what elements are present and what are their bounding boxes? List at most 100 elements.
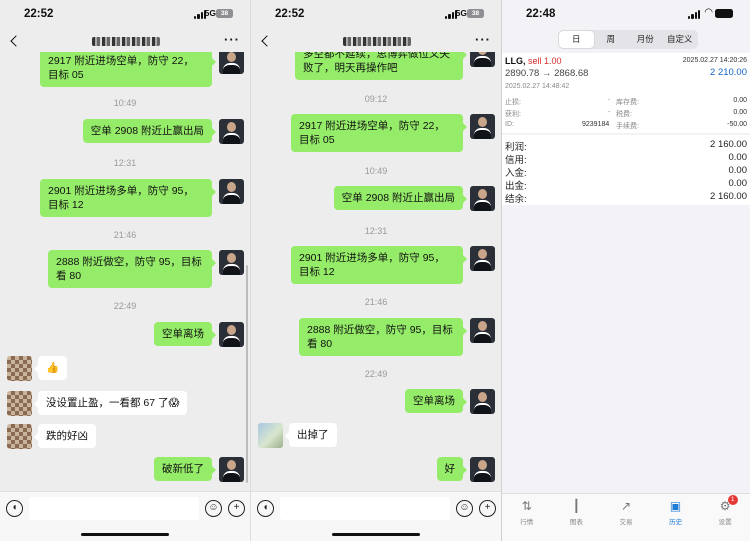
emoji-icon[interactable]: ☺ — [205, 500, 222, 517]
summary-value: 2 160.00 — [710, 139, 747, 150]
plus-icon[interactable]: + — [479, 500, 496, 517]
close-time: 2025.02.27 14:20:26 — [682, 57, 747, 64]
period-tabs: 日 周 月份 自定义 — [558, 30, 698, 49]
avatar[interactable] — [7, 391, 32, 416]
emoji-icon[interactable]: ☺ — [456, 500, 473, 517]
message-bubble[interactable]: 好 — [436, 457, 467, 481]
message-bubble[interactable]: 空单离场 — [405, 389, 467, 413]
open-time: 2025.02.27 14:48:42 — [505, 83, 570, 90]
avatar[interactable] — [219, 179, 244, 204]
nav-label: 历史 — [669, 519, 683, 526]
message-bubble[interactable]: 2917 附近进场空单，防守 22，目标 05 — [291, 114, 467, 152]
avatar[interactable] — [219, 457, 244, 482]
message-bubble[interactable]: 2901 附近进场多单，防守 95，目标 12 — [291, 246, 467, 284]
message-bubble[interactable]: 跌的好凶 — [34, 424, 96, 448]
plus-icon[interactable]: + — [228, 500, 245, 517]
trade-entry[interactable]: LLG, sell 1.00 2890.78 → 2868.68 2025.02… — [502, 53, 750, 133]
nav-trade[interactable]: ↗ 交易 — [601, 494, 651, 541]
avatar[interactable] — [470, 246, 495, 271]
avatar[interactable] — [219, 250, 244, 275]
trade-history-screen: 22:48 ◠ 日 周 月份 自定义 LLG, sell 1.00 2890.7… — [501, 0, 750, 541]
blurred-chat-title — [92, 37, 160, 46]
avatar[interactable] — [470, 114, 495, 139]
price-move: 2890.78 → 2868.68 — [505, 68, 589, 79]
avatar[interactable] — [470, 318, 495, 343]
notification-badge: 1 — [727, 495, 738, 505]
chat-screen-middle: 22:52 5G 38 ··· 多空都不延续，思博弈做位义失败了，明天再操作吧 … — [250, 0, 501, 541]
message-bubble[interactable]: 2888 附近做空，防守 95，目标看 80 — [299, 318, 467, 356]
message-bubble[interactable]: 2901 附近进场多单，防守 95，目标 12 — [40, 179, 216, 217]
avatar[interactable] — [470, 186, 495, 211]
message-bubble[interactable]: 多空都不延续，思博弈做位义失败了，明天再操作吧 — [295, 52, 467, 80]
tab-day[interactable]: 日 — [559, 31, 594, 48]
avatar[interactable] — [219, 119, 244, 144]
summary-block: 利润: 2 160.00 信用: 0.00 入金: 0.00 出金: 0.00 结余: 2… — [502, 135, 750, 205]
summary-label: 出金: — [505, 181, 527, 192]
trade-profit: 2 210.00 — [710, 67, 747, 78]
timestamp: 21:46 — [364, 297, 388, 307]
message-bubble[interactable]: 空单 2908 附近止赢出局 — [82, 119, 217, 143]
avatar[interactable] — [470, 457, 495, 482]
message-input[interactable] — [29, 497, 199, 520]
tax-value: 0.00 — [733, 109, 747, 116]
tab-week[interactable]: 周 — [594, 31, 629, 48]
timestamp: 10:49 — [364, 166, 388, 176]
commission-value: -50.00 — [727, 121, 747, 128]
summary-label: 信用: — [505, 155, 527, 166]
chart-icon: ┃ — [572, 499, 580, 513]
nav-quotes[interactable]: ⇅ 行情 — [502, 494, 552, 541]
home-indicator — [332, 533, 420, 536]
nav-label: 设置 — [718, 519, 732, 526]
back-button[interactable] — [4, 35, 22, 51]
take-profit-label: 获利: — [505, 111, 521, 118]
message-bubble[interactable]: 空单离场 — [154, 322, 216, 346]
stop-loss-value: - — [608, 97, 611, 104]
avatar[interactable] — [219, 52, 244, 74]
status-time: 22:52 — [275, 8, 305, 20]
id-value: 9239184 — [582, 121, 610, 128]
message-list[interactable]: 2917 附近进场空单，防守 22，目标 05 10:49 空单 2908 附近… — [0, 52, 250, 491]
avatar[interactable] — [470, 389, 495, 414]
swap-label: 库存费: — [616, 99, 639, 106]
message-bubble[interactable]: 2888 附近做空，防守 95，目标看 80 — [48, 250, 216, 288]
battery-icon — [715, 9, 733, 18]
message-bubble[interactable]: 空单 2908 附近止赢出局 — [333, 186, 468, 210]
message-bubble[interactable]: 👍 — [33, 356, 68, 380]
message-bubble[interactable]: 破新低了 — [154, 457, 216, 481]
trade-symbol: LLG, sell 1.00 — [505, 56, 562, 66]
avatar[interactable] — [7, 424, 32, 449]
voice-icon[interactable]: ◖ — [257, 500, 274, 517]
chat-screen-left: 22:52 5G 38 ··· 2917 附近进场空单，防守 22，目标 05 … — [0, 0, 250, 541]
nav-label: 图表 — [569, 519, 583, 526]
chevron-left-icon — [261, 35, 273, 47]
avatar[interactable] — [258, 423, 283, 448]
summary-value: 0.00 — [728, 178, 748, 189]
trade-side: sell 1.00 — [528, 56, 562, 66]
more-button[interactable]: ··· — [224, 32, 240, 47]
more-button[interactable]: ··· — [475, 32, 491, 47]
tab-custom[interactable]: 自定义 — [663, 31, 698, 48]
battery-icon: 38 — [467, 9, 484, 18]
home-indicator — [81, 533, 169, 536]
scrollbar[interactable] — [246, 265, 248, 483]
nav-history[interactable]: ▣ 历史 — [651, 494, 701, 541]
trade-icon: ↗ — [620, 499, 632, 513]
message-bubble[interactable]: 2917 附近进场空单，防守 22，目标 05 — [40, 52, 216, 87]
message-list[interactable]: 多空都不延续，思博弈做位义失败了，明天再操作吧 09:12 2917 附近进场空… — [251, 52, 501, 491]
symbol-label: LLG, — [505, 56, 526, 66]
avatar[interactable] — [219, 322, 244, 347]
avatar[interactable] — [470, 52, 495, 67]
message-bubble[interactable]: 没设置止盈，一看都 67 了😱 — [33, 391, 188, 415]
summary-value: 2 160.00 — [710, 191, 747, 202]
voice-icon[interactable]: ◖ — [6, 500, 23, 517]
avatar[interactable] — [7, 356, 32, 381]
back-button[interactable] — [255, 35, 273, 51]
nav-settings[interactable]: ⚙ 1 设置 — [700, 494, 750, 541]
message-input[interactable] — [280, 497, 450, 520]
bottom-navigation: ⇅ 行情 ┃ 图表 ↗ 交易 ▣ 历史 ⚙ 1 设置 — [502, 493, 750, 541]
history-icon: ▣ — [669, 499, 682, 513]
message-bubble[interactable]: 出掉了 — [285, 423, 337, 447]
tab-month[interactable]: 月份 — [628, 31, 663, 48]
quotes-icon: ⇅ — [521, 499, 532, 513]
nav-chart[interactable]: ┃ 图表 — [552, 494, 602, 541]
